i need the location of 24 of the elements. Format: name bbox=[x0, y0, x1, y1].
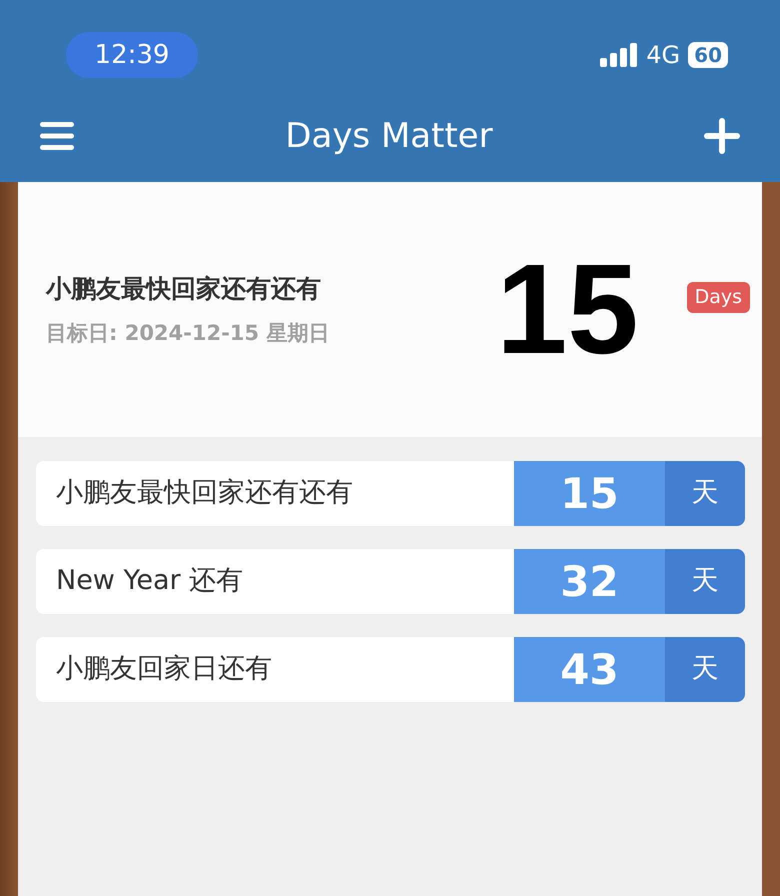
featured-card[interactable]: 小鹏友最快回家还有还有 目标日: 2024-12-15 星期日 15 Days bbox=[18, 182, 762, 437]
days-count: 32 bbox=[514, 549, 665, 614]
event-row[interactable]: 小鹏友回家日还有 43 天 bbox=[36, 637, 745, 702]
days-count: 15 bbox=[514, 461, 665, 526]
event-title: 小鹏友回家日还有 bbox=[56, 652, 272, 686]
days-unit: 天 bbox=[665, 637, 745, 702]
event-row[interactable]: New Year 还有 32 天 bbox=[36, 549, 745, 614]
menu-icon[interactable] bbox=[40, 122, 74, 150]
network-label: 4G bbox=[646, 40, 680, 71]
signal-icon bbox=[600, 43, 638, 67]
days-count: 15 bbox=[496, 246, 639, 374]
days-count: 43 bbox=[514, 637, 665, 702]
event-row[interactable]: 小鹏友最快回家还有还有 15 天 bbox=[36, 461, 745, 526]
event-title: New Year 还有 bbox=[56, 564, 244, 598]
status-time: 12:39 bbox=[66, 32, 198, 78]
days-unit: 天 bbox=[665, 461, 745, 526]
target-date: 目标日: 2024-12-15 星期日 bbox=[46, 320, 330, 346]
battery-indicator: 60 bbox=[688, 42, 728, 68]
add-icon[interactable] bbox=[704, 118, 740, 154]
event-title: 小鹏友最快回家还有还有 bbox=[56, 476, 353, 510]
days-label: Days bbox=[686, 282, 750, 312]
days-unit: 天 bbox=[665, 549, 745, 614]
event-title: 小鹏友最快回家还有还有 bbox=[46, 273, 322, 305]
app-title: Days Matter bbox=[285, 114, 493, 158]
